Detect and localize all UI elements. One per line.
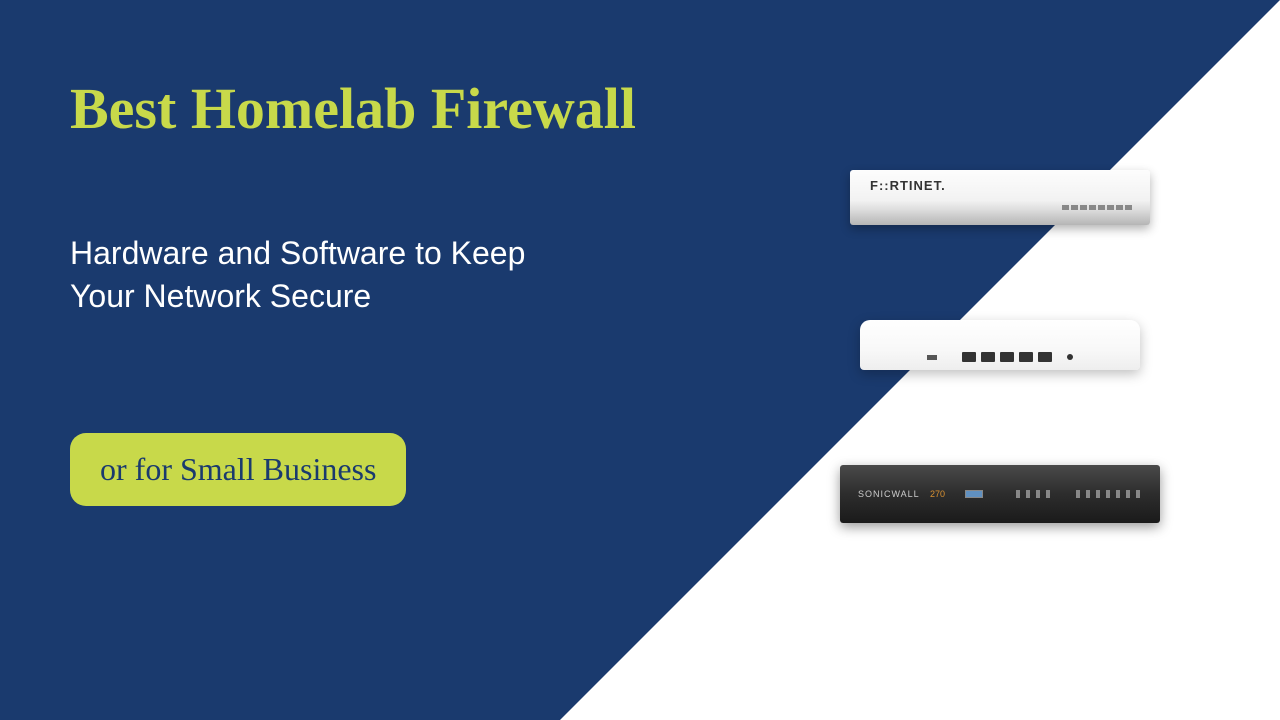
device-images: SONICWALL 270 [840, 170, 1160, 523]
sonicwall-model-label: 270 [930, 489, 945, 499]
page-title: Best Homelab Firewall [70, 75, 636, 142]
sonicwall-brand-label: SONICWALL [858, 489, 920, 499]
page-subtitle: Hardware and Software to Keep Your Netwo… [70, 232, 590, 318]
fortinet-device-icon [850, 170, 1150, 225]
small-business-badge: or for Small Business [70, 433, 406, 506]
text-content: Best Homelab Firewall Hardware and Softw… [70, 75, 636, 506]
white-router-device-icon [860, 320, 1140, 370]
sonicwall-device-icon: SONICWALL 270 [840, 465, 1160, 523]
